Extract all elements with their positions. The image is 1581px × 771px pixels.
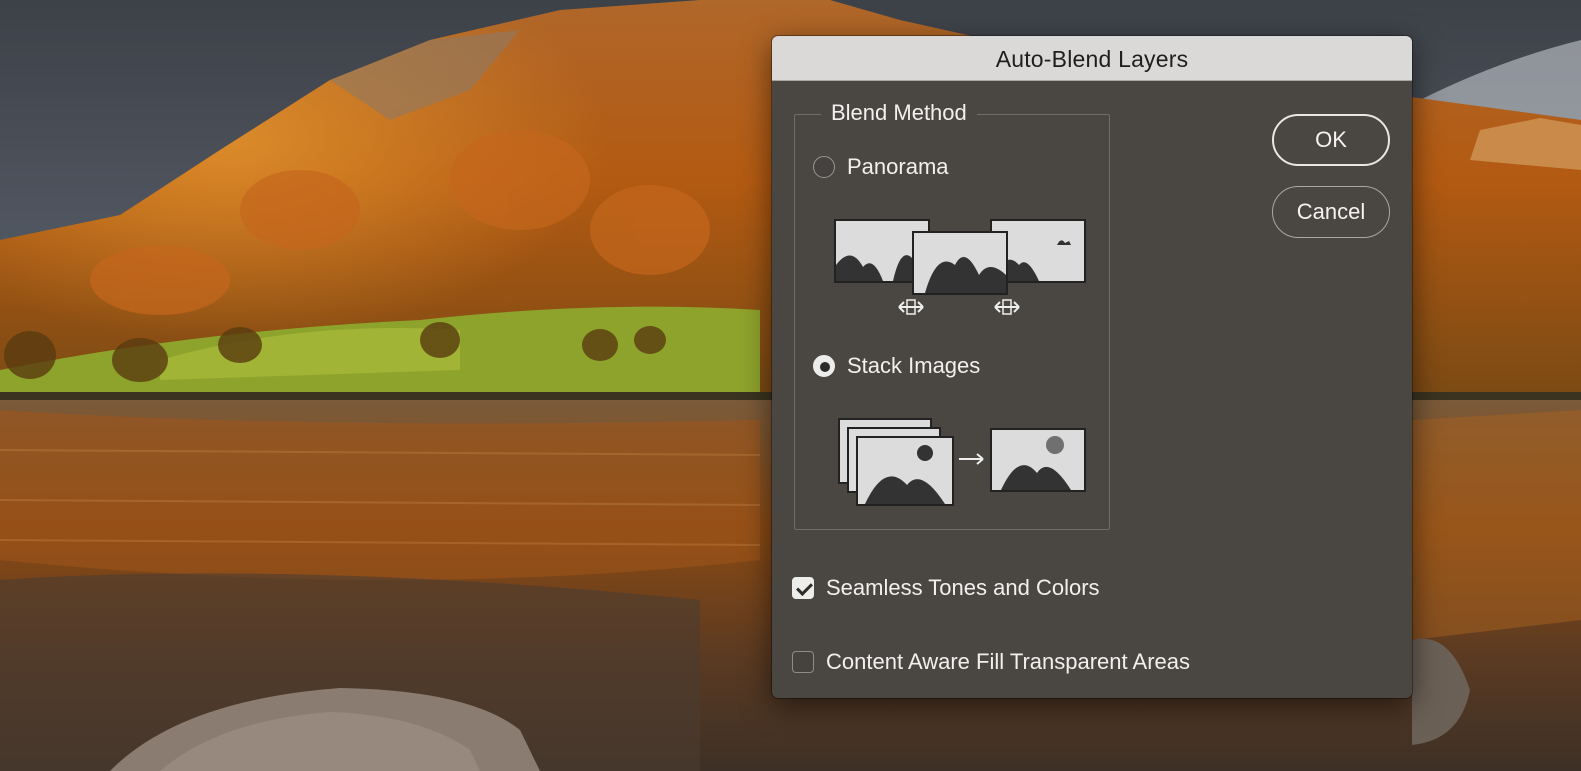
stack-images-option[interactable]: Stack Images [813,353,980,379]
ok-button[interactable]: OK [1272,114,1390,166]
cancel-button[interactable]: Cancel [1272,186,1390,238]
dialog-title: Auto-Blend Layers [995,46,1189,72]
dialog-titlebar[interactable]: Auto-Blend Layers [772,36,1412,81]
content-aware-fill-option[interactable]: Content Aware Fill Transparent Areas [792,649,1190,675]
content-aware-fill-checkbox[interactable] [792,651,814,673]
panorama-label: Panorama [847,154,949,179]
panorama-radio[interactable] [813,156,835,178]
auto-blend-layers-dialog: Auto-Blend Layers Blend Method Panorama [772,36,1412,698]
panorama-illustration-icon [834,219,1086,315]
blend-method-legend: Blend Method [821,100,977,126]
seamless-tones-label: Seamless Tones and Colors [826,575,1100,600]
seamless-tones-option[interactable]: Seamless Tones and Colors [792,575,1100,601]
stack-images-radio[interactable] [813,355,835,377]
stack-images-label: Stack Images [847,353,981,378]
blend-method-group: Blend Method Panorama Stack Images [794,100,1110,530]
panorama-option[interactable]: Panorama [813,154,949,180]
content-aware-fill-label: Content Aware Fill Transparent Areas [826,649,1191,674]
seamless-tones-checkbox[interactable] [792,577,814,599]
stack-images-illustration-icon [838,418,1086,506]
